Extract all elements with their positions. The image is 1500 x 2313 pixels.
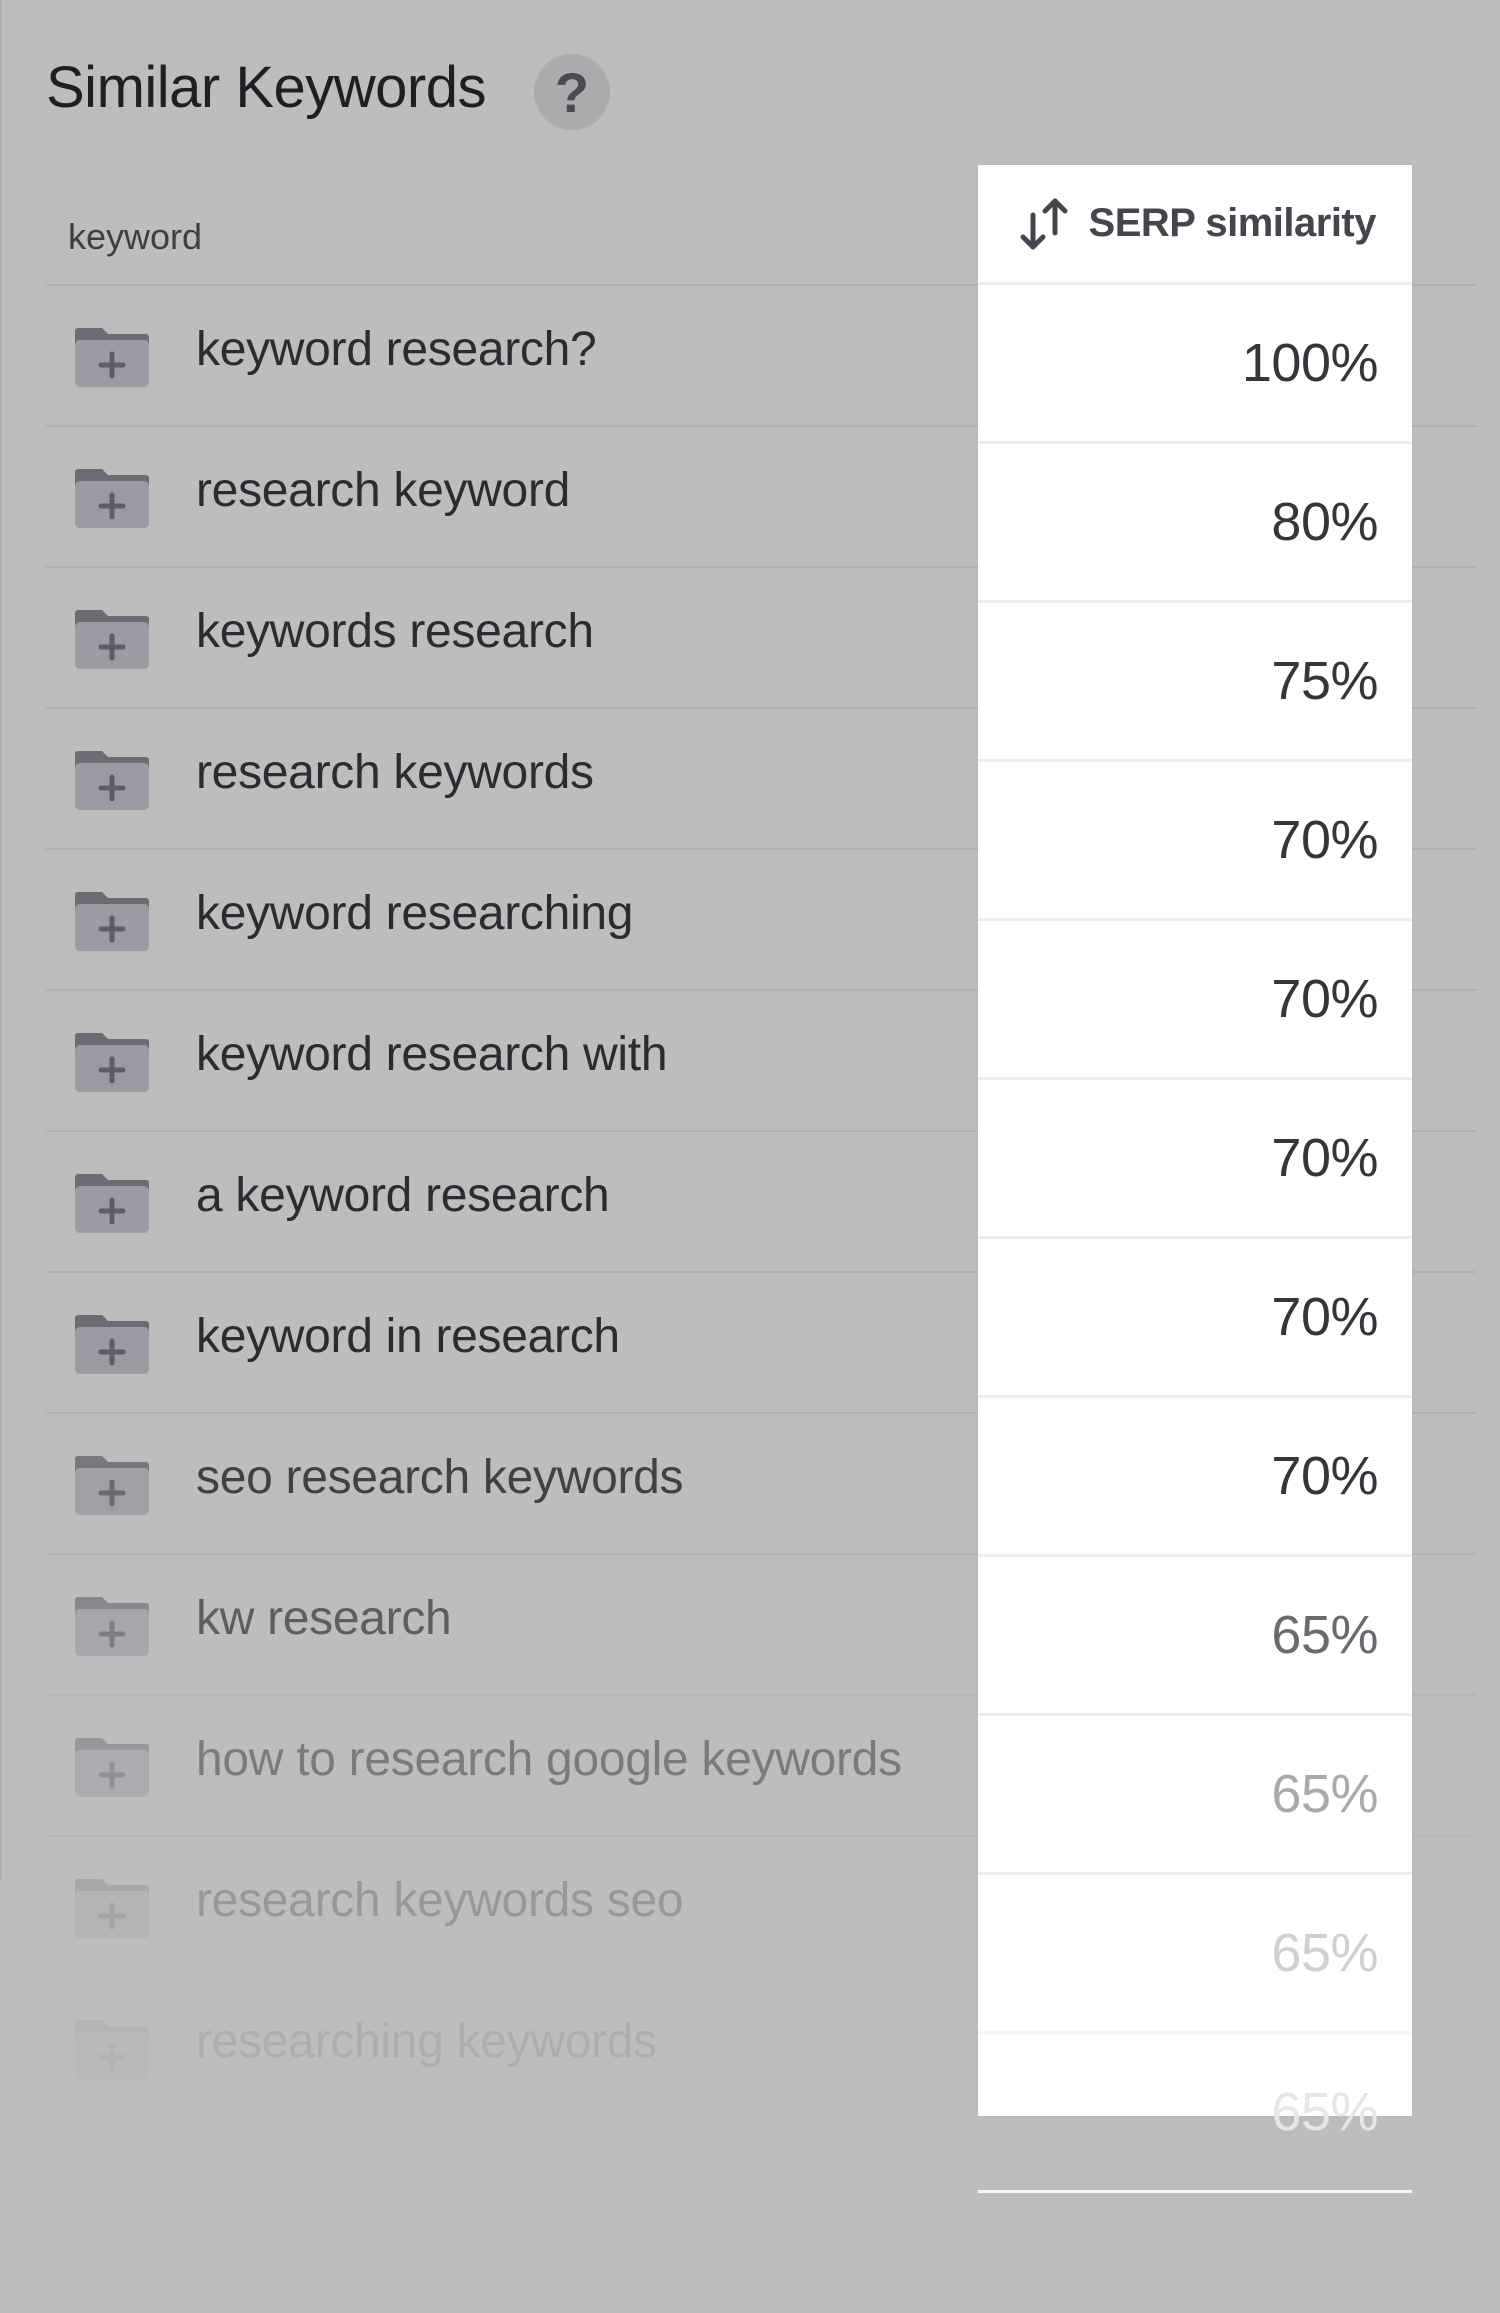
folder-add-icon[interactable]: [74, 326, 150, 388]
serp-similarity-value: 65%: [1271, 2082, 1378, 2142]
panel-border: [0, 0, 2, 1880]
serp-similarity-value: 65%: [1271, 1923, 1378, 1983]
serp-similarity-cell: 70%: [978, 1398, 1412, 1557]
folder-add-icon[interactable]: [74, 1595, 150, 1657]
keyword-text[interactable]: seo research keywords: [196, 1450, 684, 1505]
keyword-text[interactable]: research keywords: [196, 745, 594, 800]
folder-add-icon[interactable]: [74, 1877, 150, 1939]
serp-similarity-value: 70%: [1271, 1287, 1378, 1347]
folder-add-icon[interactable]: [74, 1313, 150, 1375]
serp-similarity-cell: 100%: [978, 285, 1412, 444]
serp-similarity-value: 80%: [1271, 492, 1378, 552]
serp-similarity-value: 100%: [1241, 333, 1379, 393]
folder-add-icon[interactable]: [74, 1454, 150, 1516]
keyword-text[interactable]: keyword research?: [196, 322, 597, 377]
keyword-text[interactable]: research keywords seo: [196, 1873, 684, 1928]
folder-add-icon[interactable]: [74, 1172, 150, 1234]
folder-add-icon[interactable]: [74, 749, 150, 811]
folder-add-icon[interactable]: [74, 1031, 150, 1093]
keyword-text[interactable]: keywords research: [196, 604, 594, 659]
serp-similarity-value: 65%: [1271, 1764, 1378, 1824]
serp-similarity-value: 70%: [1271, 1128, 1378, 1188]
folder-add-icon[interactable]: [74, 1736, 150, 1798]
serp-similarity-cell: 75%: [978, 603, 1412, 762]
serp-similarity-cell: 65%: [978, 1875, 1412, 2034]
serp-similarity-value: 75%: [1271, 651, 1378, 711]
serp-similarity-value: 70%: [1271, 810, 1378, 870]
serp-similarity-value: 65%: [1271, 1605, 1378, 1665]
serp-similarity-label: SERP similarity: [1088, 201, 1377, 245]
serp-similarity-cell: 80%: [978, 444, 1412, 603]
keyword-text[interactable]: researching keywords: [196, 2014, 657, 2069]
serp-similarity-value: 70%: [1271, 1446, 1378, 1506]
column-header-serp-similarity[interactable]: SERP similarity: [978, 165, 1412, 285]
folder-add-icon[interactable]: [74, 467, 150, 529]
keyword-text[interactable]: kw research: [196, 1591, 452, 1646]
column-header-keyword[interactable]: keyword: [68, 216, 202, 258]
folder-add-icon[interactable]: [74, 2018, 150, 2080]
sort-up-down-icon: [1020, 198, 1068, 249]
keyword-text[interactable]: keyword in research: [196, 1309, 620, 1364]
serp-similarity-cell: 65%: [978, 2034, 1412, 2193]
keyword-text[interactable]: how to research google keywords: [196, 1732, 902, 1787]
keyword-text[interactable]: keyword researching: [196, 886, 633, 941]
serp-similarity-cell: 70%: [978, 1080, 1412, 1239]
serp-similarity-column: SERP similarity 100% 80% 75% 70% 70% 70% 70% 70…: [978, 165, 1412, 2193]
folder-add-icon[interactable]: [74, 608, 150, 670]
help-circle-icon: ?: [554, 61, 590, 124]
serp-similarity-cell: 70%: [978, 762, 1412, 921]
keyword-text[interactable]: keyword research with: [196, 1027, 668, 1082]
keyword-text[interactable]: a keyword research: [196, 1168, 610, 1223]
help-button[interactable]: ?: [534, 54, 610, 130]
folder-add-icon[interactable]: [74, 890, 150, 952]
keyword-text[interactable]: research keyword: [196, 463, 570, 518]
serp-similarity-value: 70%: [1271, 969, 1378, 1029]
serp-similarity-cell: 70%: [978, 921, 1412, 1080]
panel-title: Similar Keywords: [46, 55, 487, 120]
serp-similarity-cell: 70%: [978, 1239, 1412, 1398]
serp-similarity-cell: 65%: [978, 1716, 1412, 1875]
serp-similarity-cell: 65%: [978, 1557, 1412, 1716]
serp-similarity-cell: [978, 2193, 1412, 2313]
